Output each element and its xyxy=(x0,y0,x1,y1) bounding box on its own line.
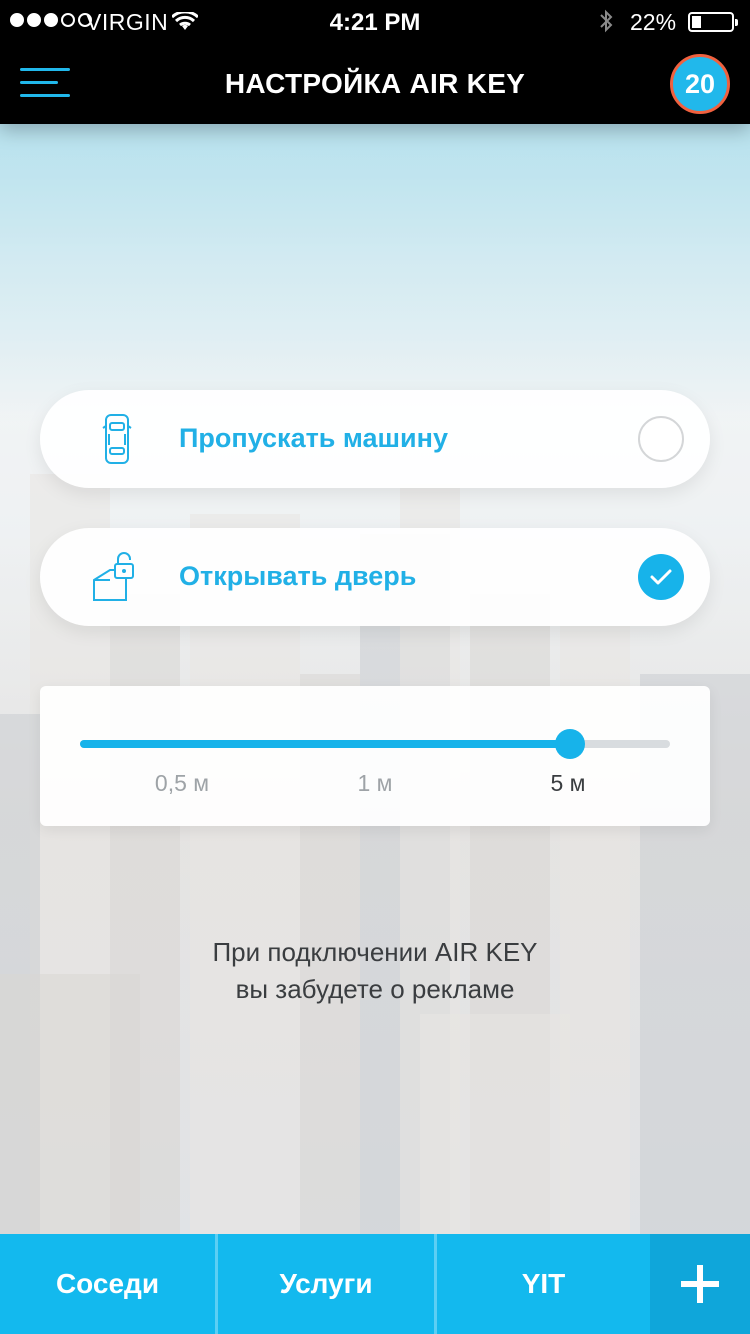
distance-slider-panel: 0,5 м 1 м 5 м xyxy=(40,686,710,826)
check-icon[interactable] xyxy=(638,554,684,600)
notification-badge[interactable]: 20 xyxy=(670,54,730,114)
tab-neighbors[interactable]: Соседи xyxy=(0,1234,218,1334)
info-line-1: При подключении AIR KEY xyxy=(212,937,538,967)
distance-slider-thumb[interactable] xyxy=(554,729,585,759)
option-label: Открывать дверь xyxy=(179,561,417,591)
navigation-bar: НАСТРОЙКА AIR KEY 20 xyxy=(0,44,750,124)
bottom-tab-bar: Соседи Услуги YIT xyxy=(0,1234,750,1334)
distance-option-1m[interactable]: 1 м xyxy=(358,770,393,797)
distance-option-5m[interactable]: 5 м xyxy=(551,770,586,797)
tab-services[interactable]: Услуги xyxy=(218,1234,437,1334)
page-title: НАСТРОЙКА AIR KEY xyxy=(224,68,526,99)
city-background-image xyxy=(0,124,750,1234)
distance-slider-track[interactable] xyxy=(80,729,670,759)
door-lock-icon xyxy=(90,550,146,606)
info-text: При подключении AIR KEY вы забудете о ре… xyxy=(0,934,750,1008)
info-line-2: вы забудете о рекламе xyxy=(235,974,515,1004)
radio-unchecked-icon[interactable] xyxy=(638,416,684,462)
car-icon xyxy=(90,412,146,468)
bluetooth-icon xyxy=(598,9,614,39)
distance-option-0-5m[interactable]: 0,5 м xyxy=(155,770,209,797)
status-bar: VIRGIN 4:21 PM 22% xyxy=(0,0,750,44)
option-open-door[interactable]: Открывать дверь xyxy=(40,528,710,626)
plus-icon xyxy=(681,1265,719,1303)
distance-slider-fill xyxy=(80,740,570,748)
option-label: Пропускать машину xyxy=(179,423,448,453)
option-let-car-through[interactable]: Пропускать машину xyxy=(40,390,710,488)
tab-yit[interactable]: YIT xyxy=(437,1234,650,1334)
battery-percent: 22% xyxy=(630,9,677,35)
add-button[interactable] xyxy=(650,1234,750,1334)
battery-icon xyxy=(688,12,738,32)
